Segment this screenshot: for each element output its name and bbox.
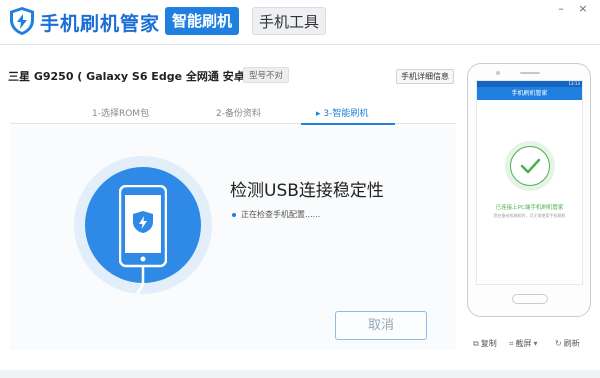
preview-hint-text: 您在备份机刷机时，可正常使用手机刷机 <box>493 213 566 218</box>
step-tabs: 1-选择ROM包 2-备份资料 ▸ 3-智能刷机 <box>10 104 456 125</box>
close-button[interactable]: × <box>576 2 590 15</box>
device-illustration <box>74 156 212 294</box>
chevron-down-icon: ▾ <box>533 339 538 348</box>
screenshot-button[interactable]: ⌗ 截屏 ▾ <box>509 338 540 349</box>
preview-toolbar: ⧉ 复制 ⌗ 截屏 ▾ ↻ 刷新 <box>467 338 591 352</box>
checkmark-icon <box>520 158 540 173</box>
app-title: 手机刷机管家 <box>40 13 161 35</box>
home-button-icon <box>512 294 548 304</box>
preview-app-title: 手机刷机管家 <box>477 87 582 100</box>
step-backup: 2-备份资料 <box>216 109 261 119</box>
active-step-indicator <box>301 123 395 125</box>
header-divider <box>0 44 600 45</box>
preview-screen: 13:13 手机刷机管家 已连接上PC端手机刷机管家 您在备份机刷机时，可正常使… <box>476 80 583 285</box>
camera-icon <box>496 71 500 75</box>
tab-phone-tools[interactable]: 手机工具 <box>252 7 326 35</box>
copy-icon: ⧉ <box>473 339 479 348</box>
step-select-rom: 1-选择ROM包 <box>92 109 150 119</box>
crop-icon: ⌗ <box>509 339 514 348</box>
status-text: 正在检查手机配置...... <box>241 210 321 219</box>
phone-details-button[interactable]: 手机详细信息 <box>396 69 454 84</box>
step-smart-flash: ▸ 3-智能刷机 <box>316 109 369 119</box>
copy-button[interactable]: ⧉ 复制 <box>473 338 497 349</box>
status-dot-icon <box>232 212 236 217</box>
refresh-icon: ↻ <box>555 339 562 348</box>
minimize-button[interactable]: – <box>554 2 568 15</box>
speaker-icon <box>520 72 540 74</box>
tab-smart-flash[interactable]: 智能刷机 <box>165 7 239 35</box>
main-heading: 检测USB连接稳定性 <box>230 181 384 201</box>
preview-connected-text: 已连接上PC端手机刷机管家 <box>495 205 564 211</box>
success-check-icon <box>505 141 555 191</box>
refresh-button[interactable]: ↻ 刷新 <box>555 338 580 349</box>
usb-phone-icon <box>119 185 167 294</box>
phone-preview: 13:13 手机刷机管家 已连接上PC端手机刷机管家 您在备份机刷机时，可正常使… <box>467 63 591 317</box>
app-header: 手机刷机管家 智能刷机 手机工具 – × <box>0 0 600 44</box>
main-content: 检测USB连接稳定性 正在检查手机配置...... 取消 <box>10 126 456 350</box>
bottom-bar <box>0 370 600 378</box>
wrong-model-button[interactable]: 型号不对 <box>243 67 290 83</box>
cancel-button[interactable]: 取消 <box>335 311 427 340</box>
status-line: 正在检查手机配置...... <box>232 209 320 220</box>
shield-logo-icon <box>10 7 34 35</box>
device-name: 三星 G9250 ( Galaxy S6 Edge 全网通 安卓6.0 ) <box>8 70 274 83</box>
